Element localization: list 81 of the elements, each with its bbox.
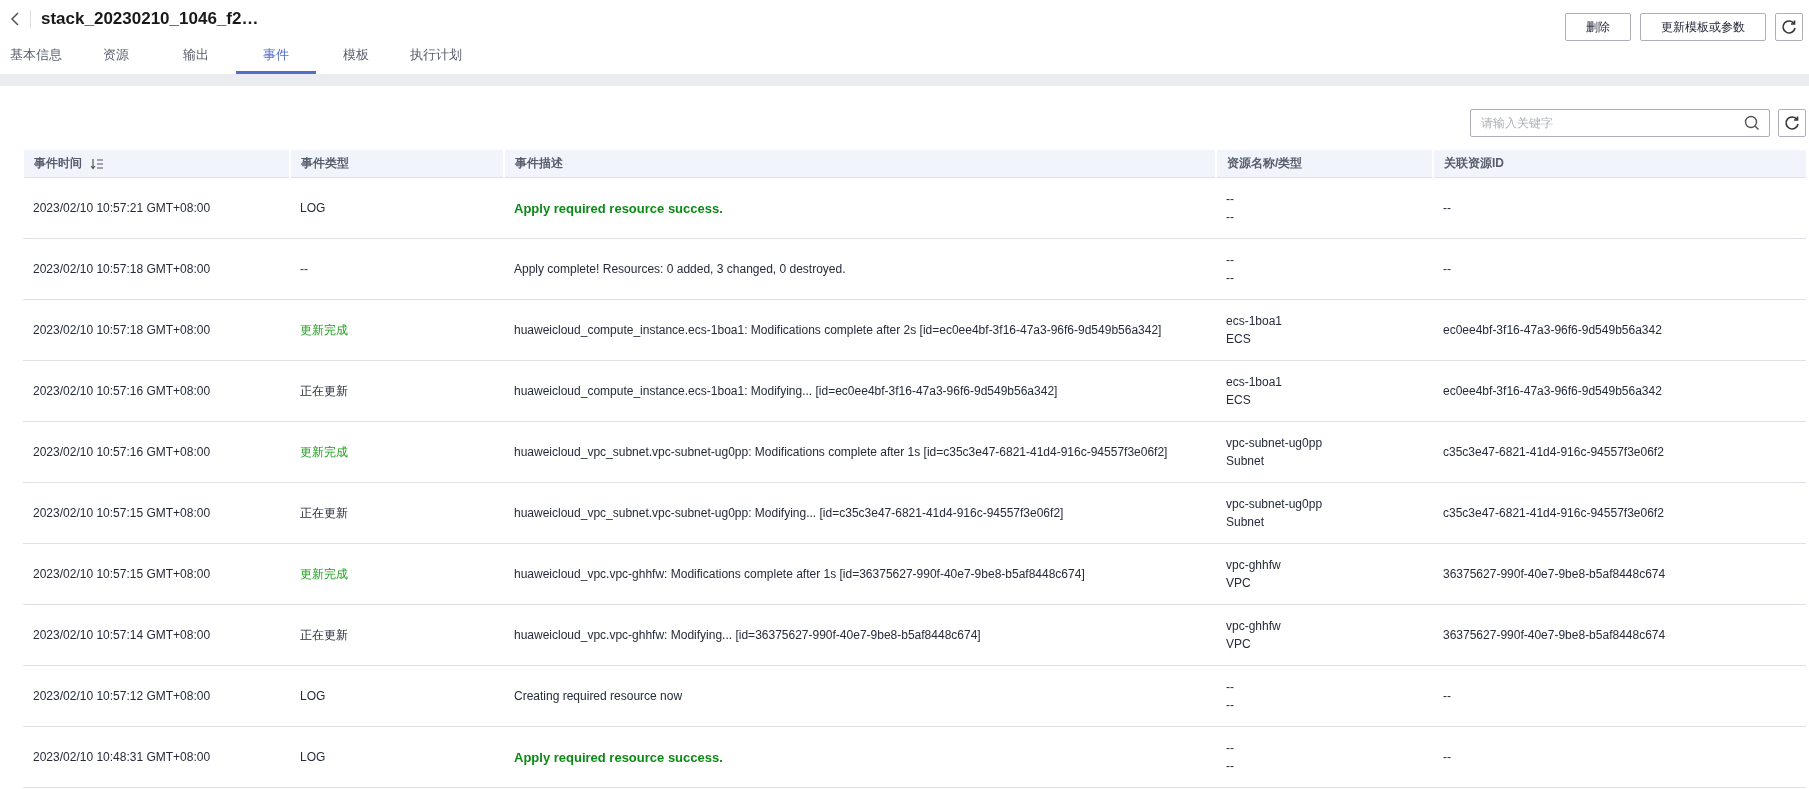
resource-name: vpc-subnet-ug0pp bbox=[1226, 435, 1324, 452]
table-cell: c35c3e47-6821-41d4-916c-94557f3e06f2 bbox=[1443, 445, 1664, 459]
refresh-icon bbox=[1781, 19, 1797, 35]
column-header: 事件描述 bbox=[515, 155, 563, 172]
tab[interactable]: 输出 bbox=[156, 38, 236, 74]
sort-icon[interactable] bbox=[90, 157, 104, 170]
event-description: Apply required resource success. bbox=[514, 200, 723, 216]
action-button[interactable]: 删除 bbox=[1565, 13, 1631, 41]
resource-name: vpc-subnet-ug0pp bbox=[1226, 496, 1324, 513]
event-type: LOG bbox=[300, 750, 326, 764]
resource-name: -- bbox=[1226, 679, 1235, 696]
resource-type: -- bbox=[1226, 209, 1235, 226]
resource-type: ECS bbox=[1226, 392, 1252, 409]
table-cell: 2023/02/10 10:57:12 GMT+08:00 bbox=[33, 689, 211, 703]
event-type: 更新完成 bbox=[300, 444, 348, 459]
resource-type: Subnet bbox=[1226, 453, 1266, 470]
table-cell: 36375627-990f-40e7-9be8-b5af8448c674 bbox=[1443, 567, 1666, 581]
table-cell: 2023/02/10 10:57:16 GMT+08:00 bbox=[33, 384, 211, 398]
resource-name: vpc-ghhfw bbox=[1226, 618, 1282, 635]
event-type: 更新完成 bbox=[300, 566, 348, 581]
event-type: LOG bbox=[300, 201, 326, 215]
event-type: LOG bbox=[300, 689, 326, 703]
event-type: -- bbox=[300, 262, 308, 276]
event-description: huaweicloud_vpc.vpc-ghhfw: Modifying... [id=36375627-990f-40e7-9be8-b5af8448c674] bbox=[514, 628, 981, 642]
resource-name: ecs-1boa1 bbox=[1226, 313, 1284, 330]
event-description: huaweicloud_vpc_subnet.vpc-subnet-ug0pp: Modifying... [id=c35c3e47-6821-41d4-916c-94557f3e06f2] bbox=[514, 506, 1064, 520]
column-header: 事件类型 bbox=[301, 155, 349, 172]
table-cell: -- bbox=[1443, 262, 1451, 276]
table-cell: 2023/02/10 10:57:15 GMT+08:00 bbox=[33, 506, 211, 520]
search-field[interactable]: 请输入关键字 bbox=[1470, 109, 1770, 137]
resource-name: vpc-ghhfw bbox=[1226, 557, 1282, 574]
tab[interactable]: 基本信息 bbox=[0, 38, 76, 74]
table-cell: 2023/02/10 10:48:31 GMT+08:00 bbox=[33, 750, 211, 764]
resource-name: -- bbox=[1226, 191, 1235, 208]
tab[interactable]: 资源 bbox=[76, 38, 156, 74]
event-type: 正在更新 bbox=[300, 383, 348, 398]
table-cell: 2023/02/10 10:57:16 GMT+08:00 bbox=[33, 445, 211, 459]
table-cell: ec0ee4bf-3f16-47a3-96f6-9d549b56a342 bbox=[1443, 384, 1662, 398]
refresh-button[interactable] bbox=[1778, 109, 1806, 137]
event-type: 正在更新 bbox=[300, 505, 348, 520]
column-header: 事件时间 bbox=[34, 155, 82, 172]
resource-type: VPC bbox=[1226, 575, 1252, 592]
refresh-button[interactable] bbox=[1775, 13, 1803, 41]
resource-name: -- bbox=[1226, 252, 1235, 269]
table-cell: 36375627-990f-40e7-9be8-b5af8448c674 bbox=[1443, 628, 1666, 642]
table-cell: 2023/02/10 10:57:15 GMT+08:00 bbox=[33, 567, 211, 581]
table-cell: -- bbox=[1443, 689, 1451, 703]
resource-type: VPC bbox=[1226, 636, 1252, 653]
event-type: 正在更新 bbox=[300, 627, 348, 642]
table-cell: ec0ee4bf-3f16-47a3-96f6-9d549b56a342 bbox=[1443, 323, 1662, 337]
refresh-icon bbox=[1784, 115, 1800, 131]
resource-name: -- bbox=[1226, 740, 1235, 757]
resource-name: ecs-1boa1 bbox=[1226, 374, 1284, 391]
event-description: huaweicloud_compute_instance.ecs-1boa1: Modifying... [id=ec0ee4bf-3f16-47a3-96f6-9d549b56a342] bbox=[514, 384, 1058, 398]
event-type: 更新完成 bbox=[300, 322, 348, 337]
stack-title: stack_20230210_1046_f2… bbox=[41, 9, 259, 29]
event-description: Creating required resource now bbox=[514, 689, 683, 703]
event-description: huaweicloud_vpc_subnet.vpc-subnet-ug0pp: Modifications complete after 1s [id=c35c3e47-6821-41d4-916c-94557f3e06f2] bbox=[514, 445, 1168, 459]
resource-type: ECS bbox=[1226, 331, 1252, 348]
event-description: Apply complete! Resources: 0 added, 3 changed, 0 destroyed. bbox=[514, 262, 846, 276]
event-description: Apply required resource success. bbox=[514, 749, 723, 765]
resource-type: -- bbox=[1226, 270, 1235, 287]
column-header: 资源名称/类型 bbox=[1227, 155, 1303, 172]
search-icon[interactable] bbox=[1744, 115, 1760, 131]
action-button[interactable]: 更新模板或参数 bbox=[1640, 13, 1766, 41]
tab[interactable]: 模板 bbox=[316, 38, 396, 74]
event-description: huaweicloud_vpc.vpc-ghhfw: Modifications complete after 1s [id=36375627-990f-40e7-9be8-b5af8448c674] bbox=[514, 567, 1085, 581]
resource-type: Subnet bbox=[1226, 514, 1266, 531]
column-header: 关联资源ID bbox=[1444, 155, 1504, 172]
event-description: huaweicloud_compute_instance.ecs-1boa1: Modifications complete after 2s [id=ec0ee4bf-3f16-47a3-96f6-9d549b56a342] bbox=[514, 323, 1162, 337]
table-cell: 2023/02/10 10:57:14 GMT+08:00 bbox=[33, 628, 211, 642]
resource-type: -- bbox=[1226, 758, 1235, 775]
table-cell: c35c3e47-6821-41d4-916c-94557f3e06f2 bbox=[1443, 506, 1664, 520]
table-cell: 2023/02/10 10:57:18 GMT+08:00 bbox=[33, 323, 211, 337]
table-cell: 2023/02/10 10:57:18 GMT+08:00 bbox=[33, 262, 211, 276]
chevron-left-icon bbox=[10, 12, 20, 26]
table-cell: -- bbox=[1443, 750, 1451, 764]
resource-type: -- bbox=[1226, 697, 1235, 714]
table-cell: -- bbox=[1443, 201, 1451, 215]
tab[interactable]: 执行计划 bbox=[396, 38, 476, 74]
table-cell: 2023/02/10 10:57:21 GMT+08:00 bbox=[33, 201, 211, 215]
